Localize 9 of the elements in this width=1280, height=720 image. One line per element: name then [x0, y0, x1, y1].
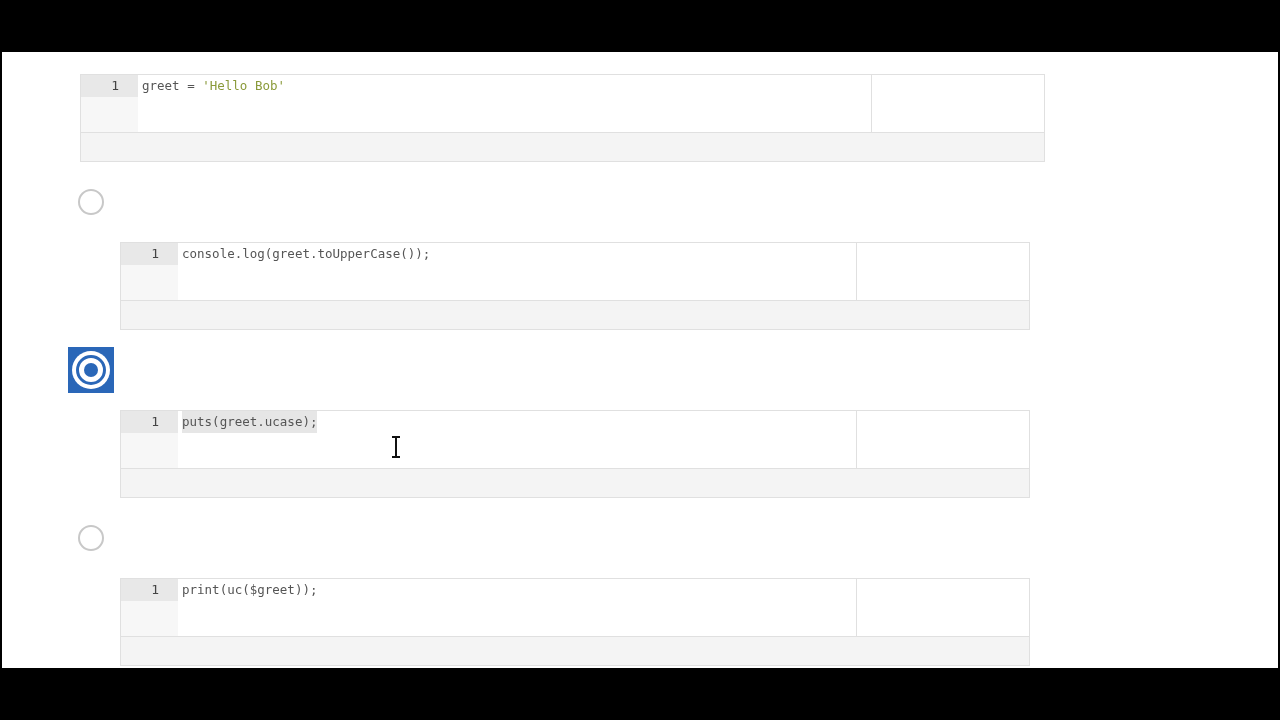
code-line: greet = 'Hello Bob' [142, 77, 285, 95]
radio-button[interactable] [68, 347, 114, 393]
line-number: 1 [81, 75, 138, 97]
line-number: 1 [121, 243, 178, 265]
code-line: print(uc($greet)); [182, 581, 318, 599]
code-line: console.log(greet.toUpperCase()); [182, 245, 431, 263]
text-cursor-icon [391, 436, 401, 458]
line-number: 1 [121, 411, 178, 433]
line-number: 1 [121, 579, 178, 601]
